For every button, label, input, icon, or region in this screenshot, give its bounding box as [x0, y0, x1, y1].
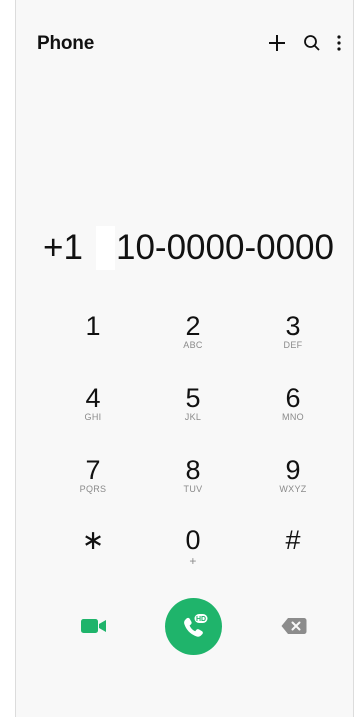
- plus-icon: [269, 35, 285, 51]
- key-hash[interactable]: #: [248, 524, 338, 584]
- redacted-block: [96, 226, 115, 270]
- key-digit: #: [285, 525, 301, 555]
- key-digit: 0: [185, 525, 201, 555]
- key-4[interactable]: 4 GHI: [48, 382, 138, 442]
- more-vert-icon: [337, 35, 341, 51]
- key-digit: 1: [85, 311, 101, 341]
- key-letters: JKL: [184, 412, 202, 422]
- number-digits: 10-0000-0000: [116, 228, 334, 267]
- key-3[interactable]: 3 DEF: [248, 310, 338, 370]
- call-button[interactable]: HD: [165, 598, 222, 655]
- key-6[interactable]: 6 MNO: [248, 382, 338, 442]
- phone-dialer-screen: Phone +1 10-0000-0000 1 2 ABC 3 DEF 4 GH…: [15, 0, 354, 717]
- dialed-number: +1 10-0000-0000: [16, 222, 353, 272]
- key-5[interactable]: 5 JKL: [148, 382, 238, 442]
- delete-button[interactable]: [278, 612, 310, 640]
- key-letters: PQRS: [79, 484, 107, 494]
- backspace-icon: [281, 618, 307, 634]
- key-8[interactable]: 8 TUV: [148, 454, 238, 514]
- video-call-icon: [81, 619, 106, 633]
- key-digit: 6: [285, 383, 301, 413]
- key-digit: 4: [85, 383, 101, 413]
- key-letters: TUV: [183, 484, 203, 494]
- app-header: Phone: [16, 0, 353, 88]
- search-button[interactable]: [299, 30, 325, 56]
- key-letters: +: [189, 554, 197, 568]
- hd-voice-call-icon: HD: [183, 613, 207, 637]
- key-digit: 5: [185, 383, 201, 413]
- more-options-button[interactable]: [329, 30, 349, 56]
- key-digit: 8: [185, 455, 201, 485]
- key-digit: 9: [285, 455, 301, 485]
- page-title: Phone: [37, 33, 95, 54]
- hd-badge-text: HD: [195, 616, 205, 623]
- number-prefix: +1: [43, 228, 83, 267]
- key-9[interactable]: 9 WXYZ: [248, 454, 338, 514]
- key-1[interactable]: 1: [48, 310, 138, 370]
- key-letters: WXYZ: [279, 484, 307, 494]
- key-7[interactable]: 7 PQRS: [48, 454, 138, 514]
- key-0[interactable]: 0 +: [148, 524, 238, 584]
- search-icon: [304, 35, 320, 51]
- key-letters: DEF: [283, 340, 303, 350]
- key-2[interactable]: 2 ABC: [148, 310, 238, 370]
- key-letters: ABC: [183, 340, 203, 350]
- video-call-button[interactable]: [78, 612, 110, 640]
- key-digit: ∗: [81, 525, 105, 555]
- key-digit: 7: [85, 455, 101, 485]
- key-letters: GHI: [84, 412, 102, 422]
- key-digit: 3: [285, 311, 301, 341]
- key-star[interactable]: ∗: [48, 524, 138, 584]
- add-button[interactable]: [264, 30, 290, 56]
- key-letters: MNO: [282, 412, 304, 422]
- key-digit: 2: [185, 311, 201, 341]
